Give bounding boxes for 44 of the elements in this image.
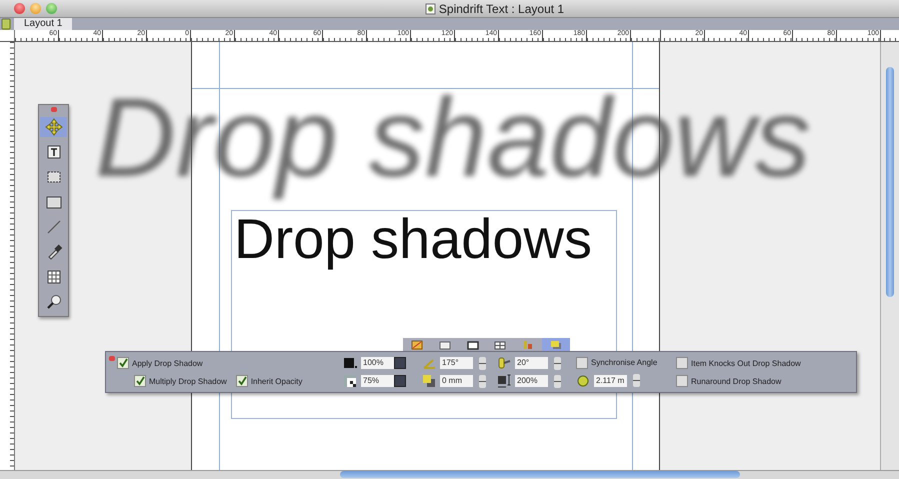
frame-icon	[438, 338, 452, 350]
check-icon	[236, 376, 247, 386]
scroll-thumb[interactable]	[886, 67, 894, 297]
scroll-thumb[interactable]	[340, 471, 740, 478]
opacity-icon	[343, 374, 357, 388]
document-icon	[424, 2, 436, 14]
stepper[interactable]	[554, 374, 561, 388]
stepper[interactable]	[479, 356, 486, 370]
input-field[interactable]: 0 mm	[440, 375, 473, 387]
layout-icon[interactable]	[1, 18, 11, 30]
input-field[interactable]: 100%	[361, 357, 394, 369]
checkbox-label: Multiply Drop Shadow	[149, 376, 227, 386]
stepper[interactable]	[479, 374, 486, 388]
skew-icon	[497, 356, 511, 370]
checkbox[interactable]	[676, 375, 688, 387]
color-swatch-icon	[343, 356, 357, 370]
vertical-scrollbar[interactable]	[880, 42, 899, 470]
checkbox-label: Runaround Drop Shadow	[691, 376, 782, 386]
checkbox[interactable]	[236, 375, 248, 387]
layout-tab[interactable]: Layout 1	[14, 18, 72, 30]
box-icon	[466, 338, 480, 350]
close-button[interactable]	[14, 3, 25, 14]
input-field[interactable]: 2.117 m	[594, 374, 627, 386]
stepper[interactable]	[633, 374, 640, 387]
checkbox[interactable]	[576, 356, 588, 368]
blur-icon	[576, 374, 590, 388]
checkbox[interactable]	[134, 375, 146, 387]
stepper[interactable]	[554, 356, 561, 370]
input-field[interactable]: 200%	[515, 375, 548, 387]
classic-mode-icon	[410, 338, 424, 350]
checkbox-label: Item Knocks Out Drop Shadow	[691, 358, 801, 368]
grid-icon	[493, 338, 508, 350]
drop-shadow-icon	[549, 338, 564, 350]
move-icon	[44, 117, 64, 137]
checkbox[interactable]	[117, 357, 129, 369]
input-field[interactable]: 20°	[515, 357, 548, 369]
scale-icon	[497, 374, 511, 388]
input-field[interactable]: 175°	[440, 357, 473, 369]
checkbox-label: Inherit Opacity	[250, 376, 302, 386]
checkbox[interactable]	[676, 357, 688, 369]
window-title: Spindrift Text : Layout 1	[438, 2, 564, 16]
offset-icon	[422, 374, 436, 388]
input-field[interactable]: 75%	[361, 375, 394, 387]
checkbox-label: Apply Drop Shadow	[132, 358, 203, 368]
